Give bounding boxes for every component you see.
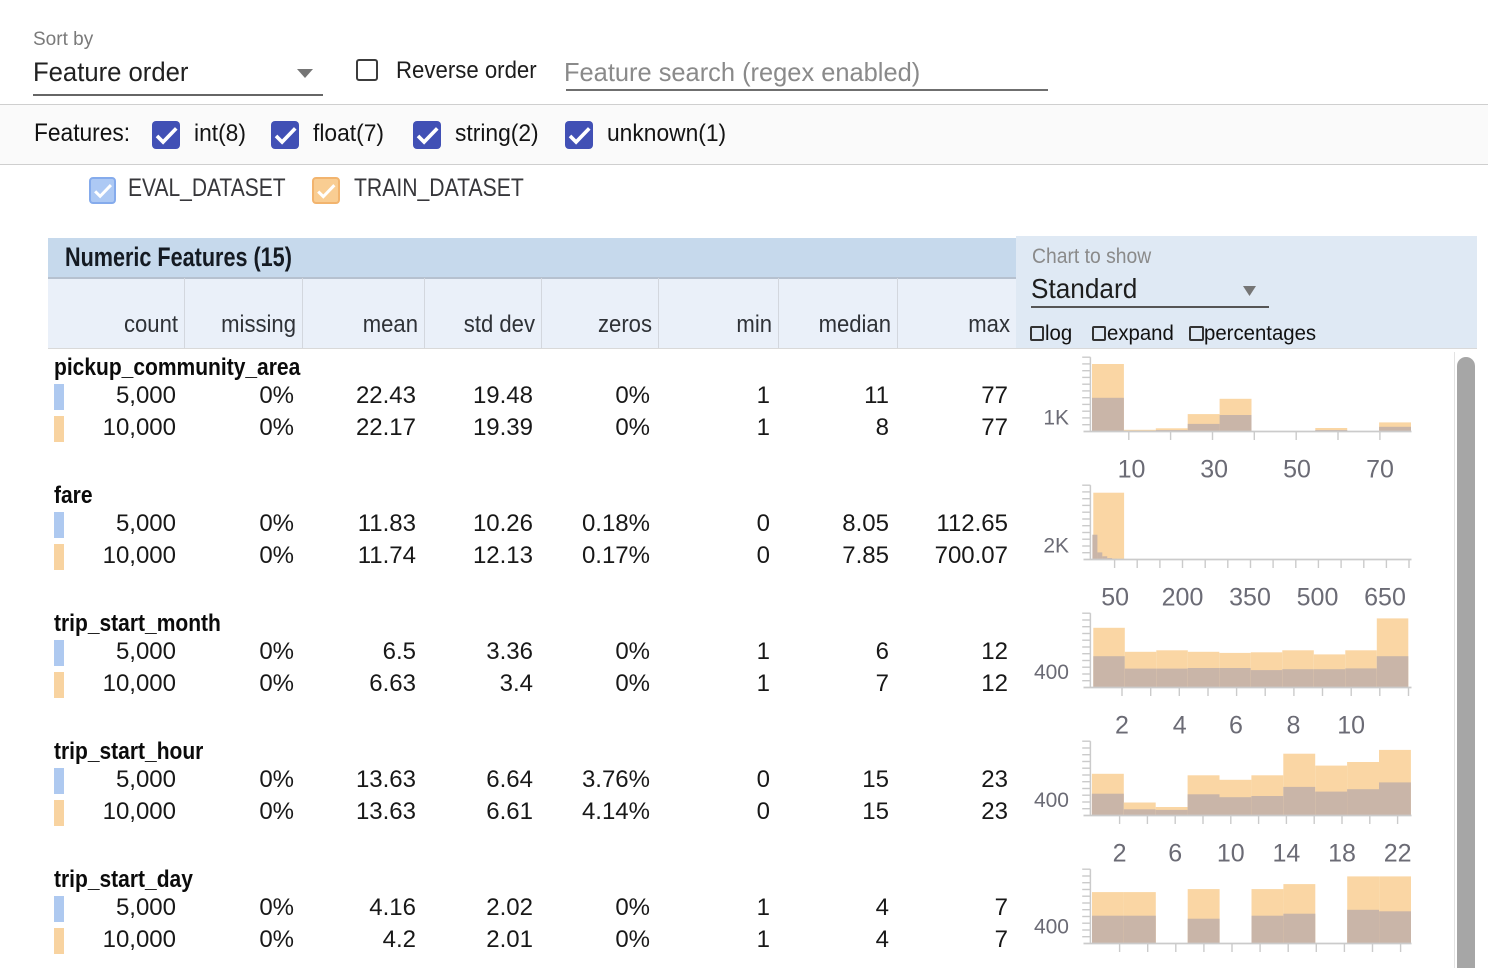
svg-text:30: 30 [1200,456,1228,484]
svg-text:70: 70 [1366,456,1394,484]
svg-text:650: 650 [1364,584,1406,612]
svg-text:6: 6 [1168,840,1182,868]
svg-text:2K: 2K [1043,535,1069,558]
svg-text:8: 8 [1287,712,1301,740]
svg-text:6: 6 [1229,712,1243,740]
svg-text:400: 400 [1034,661,1069,684]
svg-text:14: 14 [1272,840,1300,868]
svg-text:22: 22 [1384,840,1412,868]
svg-text:200: 200 [1162,584,1204,612]
svg-text:350: 350 [1229,584,1271,612]
svg-text:10: 10 [1337,712,1365,740]
svg-text:500: 500 [1297,584,1339,612]
svg-text:2: 2 [1115,712,1129,740]
svg-text:2: 2 [1113,840,1127,868]
svg-text:50: 50 [1101,584,1129,612]
svg-text:10: 10 [1118,456,1146,484]
svg-text:1K: 1K [1043,407,1069,430]
svg-text:18: 18 [1328,840,1356,868]
svg-text:10: 10 [1217,840,1245,868]
svg-text:400: 400 [1034,789,1069,812]
svg-text:50: 50 [1283,456,1311,484]
svg-text:400: 400 [1034,916,1069,939]
svg-text:4: 4 [1173,712,1187,740]
